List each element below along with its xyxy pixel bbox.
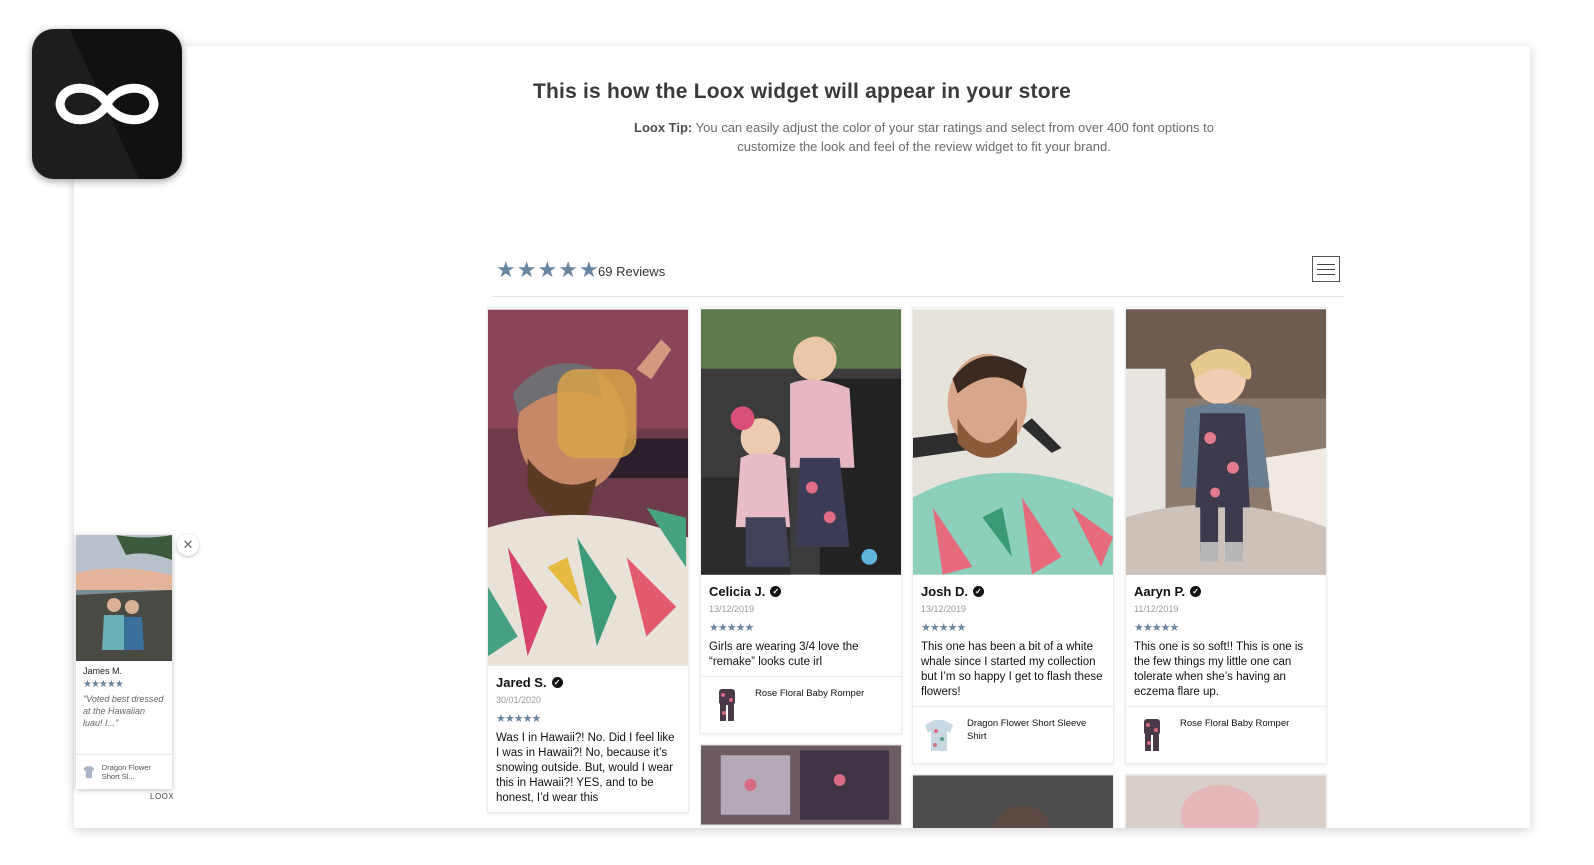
review-date: 11/12/2019 (1134, 604, 1179, 614)
review-photo[interactable] (1126, 775, 1326, 828)
reviewer-name: Jared S. (496, 675, 547, 690)
verified-check-icon: ✓ (972, 586, 984, 597)
review-product-link[interactable]: Dragon Flower Short Sleeve Shirt (913, 706, 1113, 763)
product-name: Dragon Flower Short Sleeve Shirt (967, 718, 1087, 742)
review-column-1: Jared S. ✓ 30/01/2020 ★★★★★ Was I in Hawa… (487, 307, 689, 823)
review-card[interactable]: Jared S. ✓ 30/01/2020 ★★★★★ Was I in Hawa… (487, 307, 689, 813)
review-text: This one is so soft!! This is one is the… (1134, 641, 1304, 698)
product-name: Rose Floral Baby Romper (755, 688, 865, 699)
review-widget-header: ★ ★ ★ ★ ★ 69 Reviews (492, 256, 1344, 297)
tip-label: Loox Tip: (634, 120, 693, 135)
review-column-4: Aaryn P. ✓ 11/12/2019 ★★★★★ This one is s… (1125, 307, 1327, 828)
review-count: 69 Reviews (598, 264, 666, 279)
review-stars: ★★★★★ (496, 713, 541, 725)
review-text: Was I in Hawaii?! No. Did I feel like I … (496, 732, 675, 804)
popup-product-link[interactable]: Dragon Flower Short Sl... (76, 754, 172, 789)
popup-review-card[interactable]: James M. ★★★★★ "Voted best dressed at th… (76, 535, 172, 789)
infinity-icon (55, 83, 159, 125)
review-product-link[interactable]: Rose Floral Baby Romper (1126, 706, 1326, 763)
loox-tip: Loox Tip: You can easily adjust the colo… (634, 118, 1214, 156)
shirt-thumbnail (925, 720, 953, 751)
verified-check-icon: ✓ (551, 677, 563, 688)
store-preview-page: This is how the Loox widget will appear … (74, 46, 1530, 828)
review-card[interactable] (1125, 774, 1327, 828)
review-card[interactable] (912, 774, 1114, 828)
hamburger-menu-icon[interactable] (1312, 256, 1340, 282)
tip-text: You can easily adjust the color of your … (692, 120, 1215, 154)
review-photo[interactable] (701, 308, 901, 576)
reviewer-name: Aaryn P. (1134, 584, 1186, 599)
popup-product-name: Dragon Flower Short Sl... (101, 763, 151, 781)
review-photo[interactable] (913, 775, 1113, 828)
review-photo[interactable] (913, 308, 1113, 576)
overall-rating-stars: ★ ★ ★ ★ ★ (496, 258, 599, 282)
star-icon: ★ (558, 257, 578, 282)
popup-brand-label: LOOX (150, 792, 175, 801)
romper-thumbnail (1144, 719, 1160, 751)
review-date: 13/12/2019 (709, 604, 755, 614)
loox-app-logo (32, 29, 182, 179)
page-title: This is how the Loox widget will appear … (533, 80, 1071, 103)
review-card[interactable] (700, 744, 902, 826)
close-icon[interactable]: ✕ (177, 534, 199, 556)
star-icon: ★ (496, 257, 516, 282)
review-product-link[interactable]: Rose Floral Baby Romper (701, 676, 901, 733)
review-column-2: Celicia J. ✓ 13/12/2019 ★★★★★ Girls are w… (700, 307, 902, 828)
popup-review-photo (76, 535, 172, 661)
popup-reviewer-name: James M. (83, 666, 123, 676)
verified-check-icon: ✓ (1190, 586, 1202, 597)
review-column-3: Josh D. ✓ 13/12/2019 ★★★★★ This one has b… (912, 307, 1114, 828)
review-stars: ★★★★★ (921, 622, 966, 634)
review-card[interactable]: Celicia J. ✓ 13/12/2019 ★★★★★ Girls are w… (700, 307, 902, 734)
reviewer-name: Josh D. (921, 584, 968, 599)
reviewer-name: Celicia J. (709, 584, 766, 599)
product-name: Rose Floral Baby Romper (1180, 718, 1290, 729)
review-text: Girls are wearing 3/4 love the “remake” … (709, 641, 859, 668)
review-stars: ★★★★★ (1134, 622, 1179, 634)
review-stars: ★★★★★ (709, 622, 754, 634)
popup-review-quote: "Voted best dressed at the Hawaiian luau… (83, 694, 164, 728)
star-icon: ★ (516, 257, 537, 282)
review-date: 13/12/2019 (921, 604, 967, 614)
review-photo[interactable] (488, 308, 688, 667)
review-photo[interactable] (1126, 308, 1326, 576)
star-icon: ★ (578, 257, 599, 282)
star-icon: ★ (537, 257, 558, 282)
romper-thumbnail (719, 689, 735, 721)
verified-check-icon: ✓ (770, 586, 782, 597)
review-photo[interactable] (701, 745, 901, 825)
popup-review-stars: ★★★★★ (83, 679, 124, 690)
review-card[interactable]: Aaryn P. ✓ 11/12/2019 ★★★★★ This one is s… (1125, 307, 1327, 764)
shirt-thumbnail (83, 766, 95, 779)
review-text: This one has been a bit of a white whale… (921, 641, 1103, 698)
review-card[interactable]: Josh D. ✓ 13/12/2019 ★★★★★ This one has b… (912, 307, 1114, 764)
review-date: 30/01/2020 (496, 695, 542, 705)
